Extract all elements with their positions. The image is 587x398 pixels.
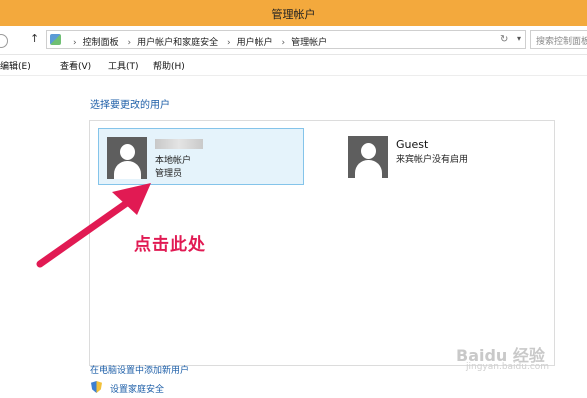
refresh-icon[interactable]: ↻ [500,34,508,45]
breadcrumb-item-control-panel[interactable]: 控制面板 [83,38,119,48]
window-title: 管理帐户 [271,8,316,21]
chevron-right-icon: › [73,38,77,48]
up-arrow-icon[interactable]: ↑ [30,32,39,45]
chevron-right-icon: › [281,38,286,48]
address-bar: ↑ › 控制面板 › 用户帐户和家庭安全 › 用户帐户 › 管理帐户 ▾ ↻ 搜索控制面… [0,26,587,55]
watermark-url: jingyan.baidu.com [466,362,550,372]
breadcrumb-item-manage-accounts[interactable]: 管理帐户 [291,38,327,48]
chevron-right-icon: › [127,38,132,48]
menu-item-view[interactable]: 查看(V) [60,59,91,72]
chevron-down-icon[interactable]: ▾ [517,34,521,43]
annotation-label: 点击此处 [134,235,206,255]
main-content: 选择要更改的用户 本地帐户 管理员 Guest 来宾帐户没有启用 点击此处 在电… [0,76,587,398]
breadcrumb-item-user-family[interactable]: 用户帐户和家庭安全 [137,38,218,48]
menu-item-edit[interactable]: 编辑(E) [0,59,31,72]
back-button[interactable] [0,34,8,48]
menu-item-help[interactable]: 帮助(H) [153,59,185,72]
breadcrumb[interactable]: › 控制面板 › 用户帐户和家庭安全 › 用户帐户 › 管理帐户 ▾ [46,30,526,49]
chevron-right-icon: › [227,38,231,48]
menu-item-tools[interactable]: 工具(T) [108,59,139,72]
family-safety-link[interactable]: 设置家庭安全 [110,382,164,395]
add-user-link[interactable]: 在电脑设置中添加新用户 [90,363,189,376]
breadcrumb-item-user-accounts[interactable]: 用户帐户 [237,38,273,48]
search-input[interactable]: 搜索控制面板 [530,30,587,49]
title-bar: 管理帐户 [0,0,587,26]
menu-bar: 编辑(E) 查看(V) 工具(T) 帮助(H) [0,55,587,76]
control-panel-icon [50,34,61,45]
breadcrumb-path: › 控制面板 › 用户帐户和家庭安全 › 用户帐户 › 管理帐户 [67,35,327,48]
